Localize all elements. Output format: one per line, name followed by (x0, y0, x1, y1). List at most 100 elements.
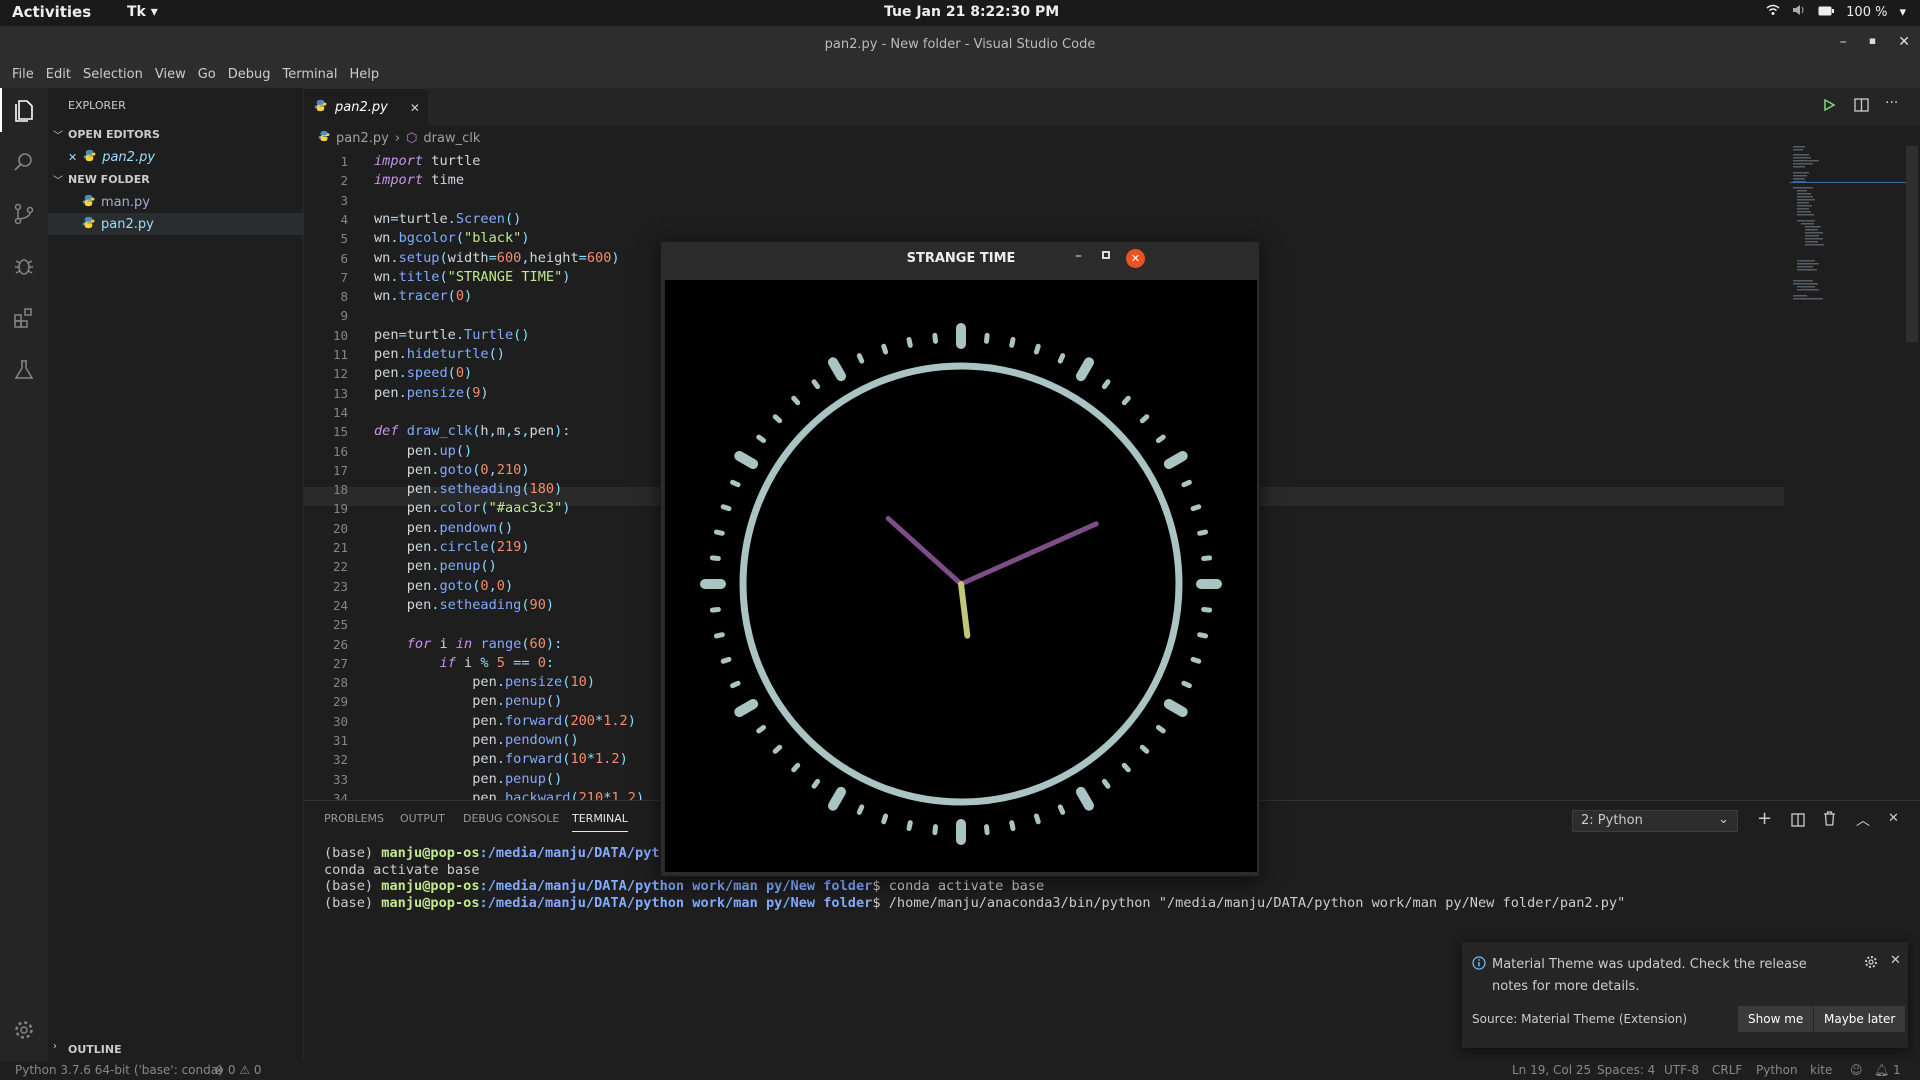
file-man-py[interactable]: man.py (82, 194, 150, 211)
breadcrumb-symbol[interactable]: draw_clk (423, 131, 480, 146)
trash-icon[interactable] (1823, 811, 1836, 830)
line-number: 12 (332, 366, 348, 382)
line-number: 2 (340, 173, 348, 189)
turtle-canvas[interactable] (665, 280, 1257, 872)
chevron-down-icon[interactable]: ﹀ (53, 172, 63, 187)
activity-bar (0, 88, 48, 1061)
folder-section[interactable]: NEW FOLDER (68, 173, 150, 186)
menu-edit[interactable]: Edit (40, 62, 77, 88)
menu-go[interactable]: Go (192, 62, 222, 88)
gear-icon[interactable] (0, 1008, 48, 1052)
tab-terminal[interactable]: TERMINAL (572, 812, 628, 832)
code-line: pen.forward(200*1.2) (374, 712, 636, 729)
test-flask-icon[interactable] (0, 348, 48, 392)
line-number: 1 (340, 154, 348, 169)
cursor-position-status[interactable]: Ln 19, Col 25 (1512, 1063, 1591, 1077)
close-icon[interactable]: ✕ (68, 151, 77, 164)
code-line: wn.setup(width=600,height=600) (374, 249, 620, 266)
system-tray[interactable]: 100 % ▾ (1766, 4, 1906, 20)
breadcrumb-file[interactable]: pan2.py (336, 131, 389, 146)
line-number: 25 (332, 617, 348, 633)
tab-debug-console[interactable]: DEBUG CONSOLE (463, 812, 559, 825)
python-file-icon (314, 99, 327, 116)
python-file-icon (82, 194, 95, 211)
minute-tick (932, 332, 938, 344)
menu-help[interactable]: Help (343, 62, 385, 88)
tab-pan2-py[interactable]: pan2.py ✕ (304, 88, 428, 126)
minute-tick (1101, 778, 1111, 789)
explorer-icon[interactable] (0, 88, 48, 132)
minute-tick (1009, 336, 1016, 348)
close-icon[interactable]: ✕ (1126, 249, 1145, 268)
show-me-button[interactable]: Show me (1738, 1006, 1814, 1032)
minute-tick (881, 813, 889, 825)
eol-status[interactable]: CRLF (1712, 1063, 1742, 1077)
bell-icon[interactable]: 🔔︎ (1874, 1063, 1889, 1077)
minimize-icon[interactable]: – (1840, 34, 1847, 50)
menu-selection[interactable]: Selection (77, 62, 149, 88)
close-icon[interactable]: ✕ (1898, 34, 1910, 50)
hour-tick (1076, 786, 1094, 811)
maximize-icon[interactable] (1102, 251, 1110, 259)
minute-tick (1155, 724, 1166, 734)
open-editors-section[interactable]: OPEN EDITORS (68, 128, 160, 141)
file-pan2-py[interactable]: pan2.py (82, 216, 154, 233)
language-status[interactable]: Python (1756, 1063, 1798, 1077)
python-interpreter-status[interactable]: Python 3.7.6 64-bit ('base': conda) (15, 1063, 223, 1077)
chevron-down-icon[interactable]: ﹀ (53, 127, 63, 142)
editor-scrollbar[interactable] (1906, 146, 1918, 342)
line-number: 11 (332, 347, 348, 362)
close-icon[interactable]: ✕ (410, 101, 420, 115)
encoding-status[interactable]: UTF-8 (1664, 1063, 1699, 1077)
menu-debug[interactable]: Debug (222, 62, 277, 88)
run-icon[interactable] (1822, 97, 1836, 116)
search-icon[interactable] (0, 140, 48, 184)
new-terminal-icon[interactable]: + (1757, 808, 1772, 829)
open-editor-pan2[interactable]: ✕ pan2.py (68, 149, 155, 166)
problems-status[interactable]: ⊗ 0 ⚠ 0 (214, 1063, 262, 1077)
minimize-icon[interactable]: – (1075, 248, 1082, 264)
maximize-icon[interactable]: ▪ (1869, 34, 1876, 50)
line-number: 28 (332, 675, 348, 691)
minute-tick (1181, 479, 1192, 488)
gear-icon[interactable] (1864, 955, 1878, 973)
maybe-later-button[interactable]: Maybe later (1814, 1006, 1906, 1032)
python-file-icon (83, 149, 96, 166)
minute-tick (709, 555, 721, 561)
source-control-icon[interactable] (0, 192, 48, 236)
menu-terminal[interactable]: Terminal (277, 62, 344, 88)
minute-tick (856, 804, 865, 815)
feedback-icon[interactable]: ☺ (1850, 1063, 1863, 1077)
tab-output[interactable]: OUTPUT (400, 812, 445, 825)
tab-problems[interactable]: PROBLEMS (324, 812, 384, 825)
line-number: 31 (332, 733, 348, 748)
tk-window[interactable]: STRANGE TIME – ✕ (660, 241, 1260, 877)
kite-status[interactable]: kite (1810, 1063, 1832, 1077)
menu-file[interactable]: File (6, 62, 40, 88)
split-terminal-icon[interactable] (1791, 812, 1805, 831)
minute-tick (984, 824, 990, 836)
split-editor-icon[interactable] (1854, 97, 1869, 116)
app-menu[interactable]: Tk ▾ (127, 4, 158, 20)
debug-icon[interactable] (0, 244, 48, 288)
wifi-icon (1766, 4, 1780, 20)
activities-button[interactable]: Activities (12, 3, 91, 21)
code-line: wn=turtle.Screen() (374, 210, 522, 227)
chevron-right-icon[interactable]: › (53, 1041, 57, 1052)
system-clock[interactable]: Tue Jan 21 8:22:30 PM (884, 4, 1059, 20)
terminal-select[interactable]: 2: Python ⌄ (1572, 810, 1738, 832)
close-icon[interactable]: ✕ (1890, 953, 1901, 968)
code-line: if i % 5 == 0: (439, 654, 555, 671)
more-actions-icon[interactable]: ··· (1885, 95, 1898, 111)
minute-tick (811, 379, 821, 390)
maximize-panel-icon[interactable]: ︿ (1856, 810, 1870, 830)
minute-tick (1121, 395, 1131, 406)
indentation-status[interactable]: Spaces: 4 (1597, 1063, 1655, 1077)
close-panel-icon[interactable]: ✕ (1888, 811, 1899, 826)
menu-view[interactable]: View (149, 62, 192, 88)
minimap[interactable] (1790, 140, 1910, 340)
outline-section[interactable]: OUTLINE (68, 1043, 122, 1056)
extensions-icon[interactable] (0, 296, 48, 340)
minute-tick (791, 762, 801, 773)
second-hand (885, 515, 964, 587)
